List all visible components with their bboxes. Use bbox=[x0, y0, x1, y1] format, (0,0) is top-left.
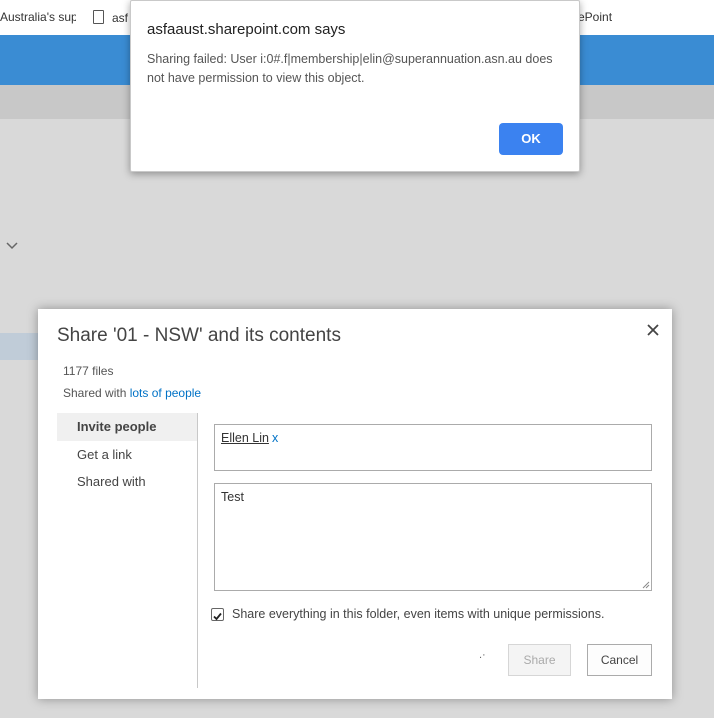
shared-with-prefix: Shared with bbox=[63, 386, 127, 400]
alert-dialog: asfaaust.sharepoint.com says Sharing fai… bbox=[130, 0, 580, 172]
dialog-title: Share '01 - NSW' and its contents bbox=[57, 325, 341, 346]
invitee-chip: Ellen Lin x bbox=[221, 431, 278, 445]
resize-handle-icon[interactable] bbox=[642, 581, 650, 589]
nav-divider bbox=[197, 413, 198, 688]
share-button[interactable]: Share bbox=[508, 644, 571, 676]
nav-shared-with[interactable]: Shared with bbox=[57, 468, 197, 495]
share-everything-checkbox[interactable] bbox=[211, 608, 224, 621]
shared-with-link[interactable]: lots of people bbox=[130, 386, 201, 400]
invitee-name[interactable]: Ellen Lin bbox=[221, 431, 269, 445]
shared-with-summary: Shared with lots of people bbox=[63, 386, 201, 400]
nav-get-a-link[interactable]: Get a link bbox=[57, 441, 197, 468]
files-count: 1177 files bbox=[63, 364, 114, 378]
message-text: Test bbox=[221, 490, 244, 504]
ok-button[interactable]: OK bbox=[499, 123, 563, 155]
bookmark-label: asf bbox=[112, 11, 129, 25]
checkmark-icon bbox=[213, 612, 222, 621]
page-icon bbox=[93, 10, 104, 24]
share-dialog: Share '01 - NSW' and its contents 1177 f… bbox=[38, 309, 672, 699]
alert-message: Sharing failed: User i:0#.f|membership|e… bbox=[147, 52, 553, 85]
nav-invite-people[interactable]: Invite people bbox=[57, 413, 197, 441]
remove-invitee-button[interactable]: x bbox=[272, 431, 278, 445]
message-textarea[interactable]: Test bbox=[214, 483, 652, 591]
bookmark-item[interactable]: ePoint bbox=[578, 10, 612, 24]
cancel-button[interactable]: Cancel bbox=[587, 644, 652, 676]
bookmark-label: Australia's sup bbox=[0, 10, 76, 24]
bookmark-item[interactable]: asf bbox=[93, 10, 128, 25]
bookmark-item[interactable]: Australia's sup bbox=[0, 10, 76, 24]
people-picker-input[interactable]: Ellen Lin x bbox=[214, 424, 652, 471]
loading-spinner-icon: .· bbox=[479, 649, 486, 661]
close-icon[interactable] bbox=[645, 322, 661, 338]
selected-nav-item bbox=[0, 333, 40, 360]
chevron-down-icon[interactable] bbox=[5, 238, 19, 252]
share-everything-label: Share everything in this folder, even it… bbox=[232, 607, 605, 621]
bookmark-label: ePoint bbox=[578, 10, 613, 24]
alert-title: asfaaust.sharepoint.com says bbox=[147, 21, 346, 38]
share-nav: Invite people Get a link Shared with bbox=[57, 413, 197, 495]
